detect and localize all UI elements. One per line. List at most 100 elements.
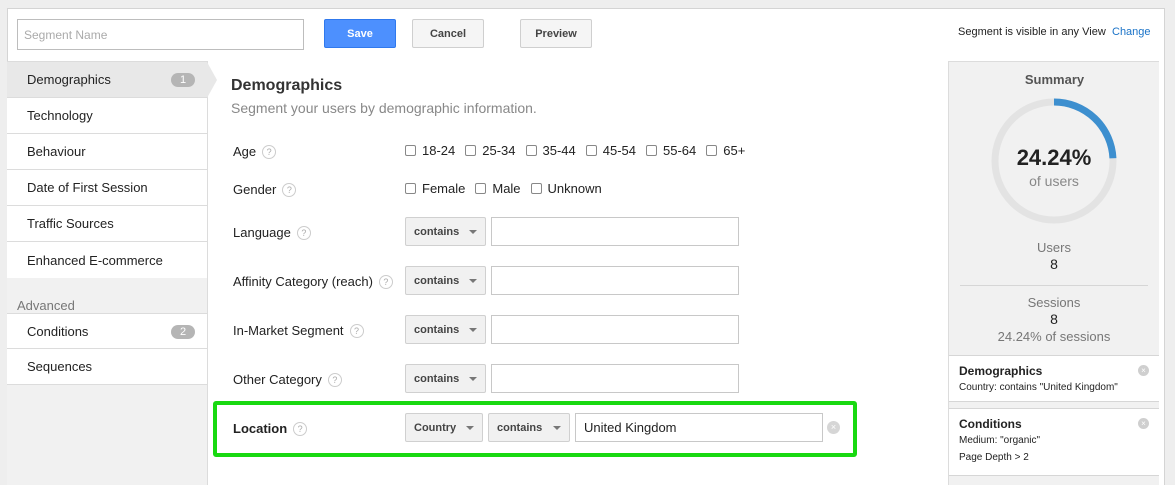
checkbox-label: Unknown	[547, 181, 602, 196]
users-percentage-label: of users	[1029, 173, 1079, 189]
sidebar-item-label: Date of First Session	[27, 180, 148, 195]
affinity-operator-dropdown[interactable]: contains	[405, 266, 486, 295]
summary-card-demographics: Demographics Country: contains "United K…	[949, 355, 1159, 402]
checkbox[interactable]	[530, 183, 542, 194]
dropdown-value: contains	[414, 274, 460, 287]
other-category-value-input[interactable]	[491, 364, 739, 393]
checkbox[interactable]	[465, 145, 477, 156]
age-option-55-64[interactable]: 55-64	[646, 143, 696, 158]
checkbox[interactable]	[525, 145, 537, 156]
sidebar-item-demographics[interactable]: Demographics 1	[7, 62, 217, 98]
language-value-input[interactable]	[491, 217, 739, 246]
sidebar-item-conditions[interactable]: Conditions 2	[7, 313, 207, 349]
checkbox-label: 35-44	[542, 143, 576, 158]
checkbox[interactable]	[585, 145, 597, 156]
in-market-label: In-Market Segment ?	[233, 323, 364, 338]
sidebar-item-technology[interactable]: Technology	[7, 98, 207, 134]
sidebar-item-label: Conditions	[27, 323, 89, 339]
in-market-value-input[interactable]	[491, 315, 739, 344]
card-title: Demographics	[959, 364, 1043, 378]
sidebar-item-label: Technology	[27, 108, 93, 123]
count-badge: 1	[171, 73, 195, 87]
clear-icon[interactable]: ×	[827, 421, 840, 434]
card-title: Conditions	[959, 417, 1022, 431]
gender-option-male[interactable]: Male	[475, 181, 521, 196]
location-label: Location ?	[233, 421, 308, 436]
affinity-value-input[interactable]	[491, 266, 739, 295]
active-pointer	[207, 62, 217, 98]
remove-icon[interactable]: ×	[1138, 418, 1149, 429]
summary-title: Summary	[1024, 72, 1085, 87]
sidebar-item-traffic-sources[interactable]: Traffic Sources	[7, 206, 207, 242]
visibility-change-link[interactable]: Change	[1112, 26, 1151, 38]
advanced-heading: Advanced	[17, 298, 75, 313]
language-label-text: Language	[233, 225, 291, 240]
caret-down-icon	[469, 279, 477, 283]
sidebar-item-label: Traffic Sources	[27, 216, 114, 231]
location-operator-dropdown[interactable]: contains	[488, 413, 570, 442]
count-badge: 2	[171, 325, 195, 339]
help-icon[interactable]: ?	[282, 182, 297, 197]
age-option-18-24[interactable]: 18-24	[405, 143, 455, 158]
age-label-text: Age	[233, 144, 257, 159]
help-icon[interactable]: ?	[349, 323, 364, 338]
checkbox[interactable]	[646, 145, 657, 156]
visibility-text: Segment is visible in any View	[958, 26, 1106, 38]
page-subtitle: Segment your users by demographic inform…	[231, 100, 537, 116]
location-label-text: Location	[233, 421, 288, 436]
in-market-operator-dropdown[interactable]: contains	[405, 315, 486, 344]
checkbox-label: 65+	[723, 143, 746, 158]
preview-button[interactable]: Preview	[520, 19, 592, 48]
sidebar-item-label: Behaviour	[27, 144, 86, 159]
sessions-stat-label: Sessions	[1027, 295, 1081, 310]
caret-down-icon	[469, 230, 477, 234]
age-option-35-44[interactable]: 35-44	[525, 143, 576, 158]
gender-option-unknown[interactable]: Unknown	[530, 181, 602, 196]
sessions-stat-value: 8	[1050, 311, 1058, 327]
help-icon[interactable]: ?	[293, 421, 308, 436]
dropdown-value: contains	[414, 225, 460, 238]
age-options: 18-24 25-34 35-44 45-54 55-64 65+	[405, 143, 755, 158]
age-option-25-34[interactable]: 25-34	[465, 143, 516, 158]
affinity-label-text: Affinity Category (reach)	[233, 274, 373, 289]
help-icon[interactable]: ?	[378, 274, 393, 289]
age-option-45-54[interactable]: 45-54	[585, 143, 636, 158]
users-stat-label: Users	[1037, 240, 1071, 255]
location-dimension-dropdown[interactable]: Country	[405, 413, 483, 442]
age-label: Age ?	[233, 144, 277, 159]
other-category-operator-dropdown[interactable]: contains	[405, 364, 486, 393]
segment-name-input[interactable]	[17, 19, 304, 50]
remove-icon[interactable]: ×	[1138, 365, 1149, 376]
age-option-65-plus[interactable]: 65+	[706, 143, 745, 158]
sidebar-item-label: Demographics	[27, 72, 111, 87]
affinity-label: Affinity Category (reach) ?	[233, 274, 393, 289]
segment-sidebar: Demographics 1 Technology Behaviour Date…	[7, 61, 217, 485]
cancel-button[interactable]: Cancel	[412, 19, 484, 48]
checkbox[interactable]	[405, 183, 416, 194]
checkbox-label: 45-54	[602, 143, 636, 158]
sidebar-item-behaviour[interactable]: Behaviour	[7, 134, 207, 170]
help-icon[interactable]: ?	[327, 372, 342, 387]
help-icon[interactable]: ?	[262, 144, 277, 159]
language-operator-dropdown[interactable]: contains	[405, 217, 486, 246]
checkbox[interactable]	[706, 145, 718, 156]
sidebar-item-enhanced-ecommerce[interactable]: Enhanced E-commerce	[7, 242, 207, 278]
dropdown-value: contains	[414, 323, 460, 336]
sidebar-item-sequences[interactable]: Sequences	[7, 349, 207, 385]
help-icon[interactable]: ?	[296, 225, 311, 240]
caret-down-icon	[466, 426, 474, 430]
in-market-label-text: In-Market Segment	[233, 323, 344, 338]
other-category-label-text: Other Category	[233, 372, 322, 387]
checkbox[interactable]	[405, 145, 416, 156]
summary-card-conditions: Conditions Medium: "organic" Page Depth …	[949, 408, 1159, 476]
gender-label: Gender ?	[233, 182, 297, 197]
save-button[interactable]: Save	[324, 19, 396, 48]
page-title: Demographics	[231, 77, 343, 94]
caret-down-icon	[469, 377, 477, 381]
gender-option-female[interactable]: Female	[405, 181, 465, 196]
caret-down-icon	[553, 426, 561, 430]
sidebar-item-label: Sequences	[27, 359, 93, 374]
location-value-input[interactable]	[575, 413, 823, 442]
sidebar-item-date-of-first-session[interactable]: Date of First Session	[7, 170, 207, 206]
checkbox[interactable]	[475, 183, 487, 194]
